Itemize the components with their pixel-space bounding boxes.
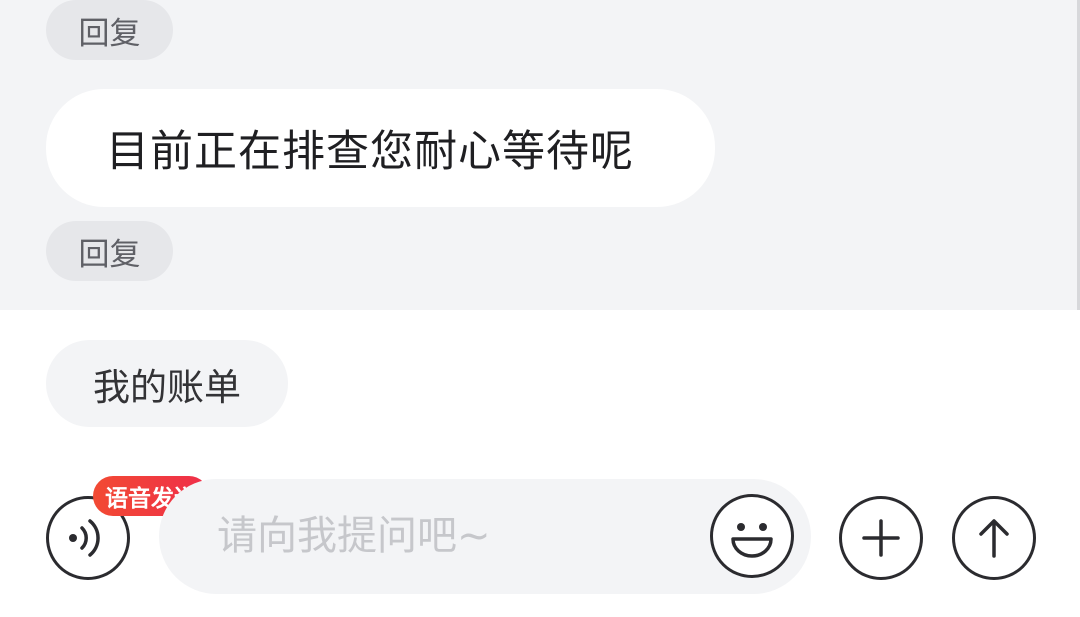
add-button[interactable] <box>839 496 923 580</box>
arrow-up-icon <box>979 519 1009 558</box>
chat-history: 回复 目前正在排查您耐心等待呢 回复 <box>0 0 1080 310</box>
message-input[interactable] <box>217 501 677 571</box>
reply-label: 回复 <box>78 15 141 52</box>
send-button[interactable] <box>952 496 1036 580</box>
message-text: 目前正在排查您耐心等待呢 <box>106 127 634 177</box>
message-input-container[interactable] <box>159 479 811 594</box>
reply-label: 回复 <box>78 236 141 273</box>
reply-button[interactable]: 回复 <box>46 0 173 60</box>
plus-icon <box>862 519 900 557</box>
smile-icon <box>731 523 773 558</box>
quick-action-label: 我的账单 <box>93 365 241 409</box>
reply-button[interactable]: 回复 <box>46 221 173 281</box>
emoji-button[interactable] <box>710 494 794 578</box>
message-bubble: 目前正在排查您耐心等待呢 <box>46 89 715 207</box>
quick-action-my-bill[interactable]: 我的账单 <box>46 340 288 427</box>
